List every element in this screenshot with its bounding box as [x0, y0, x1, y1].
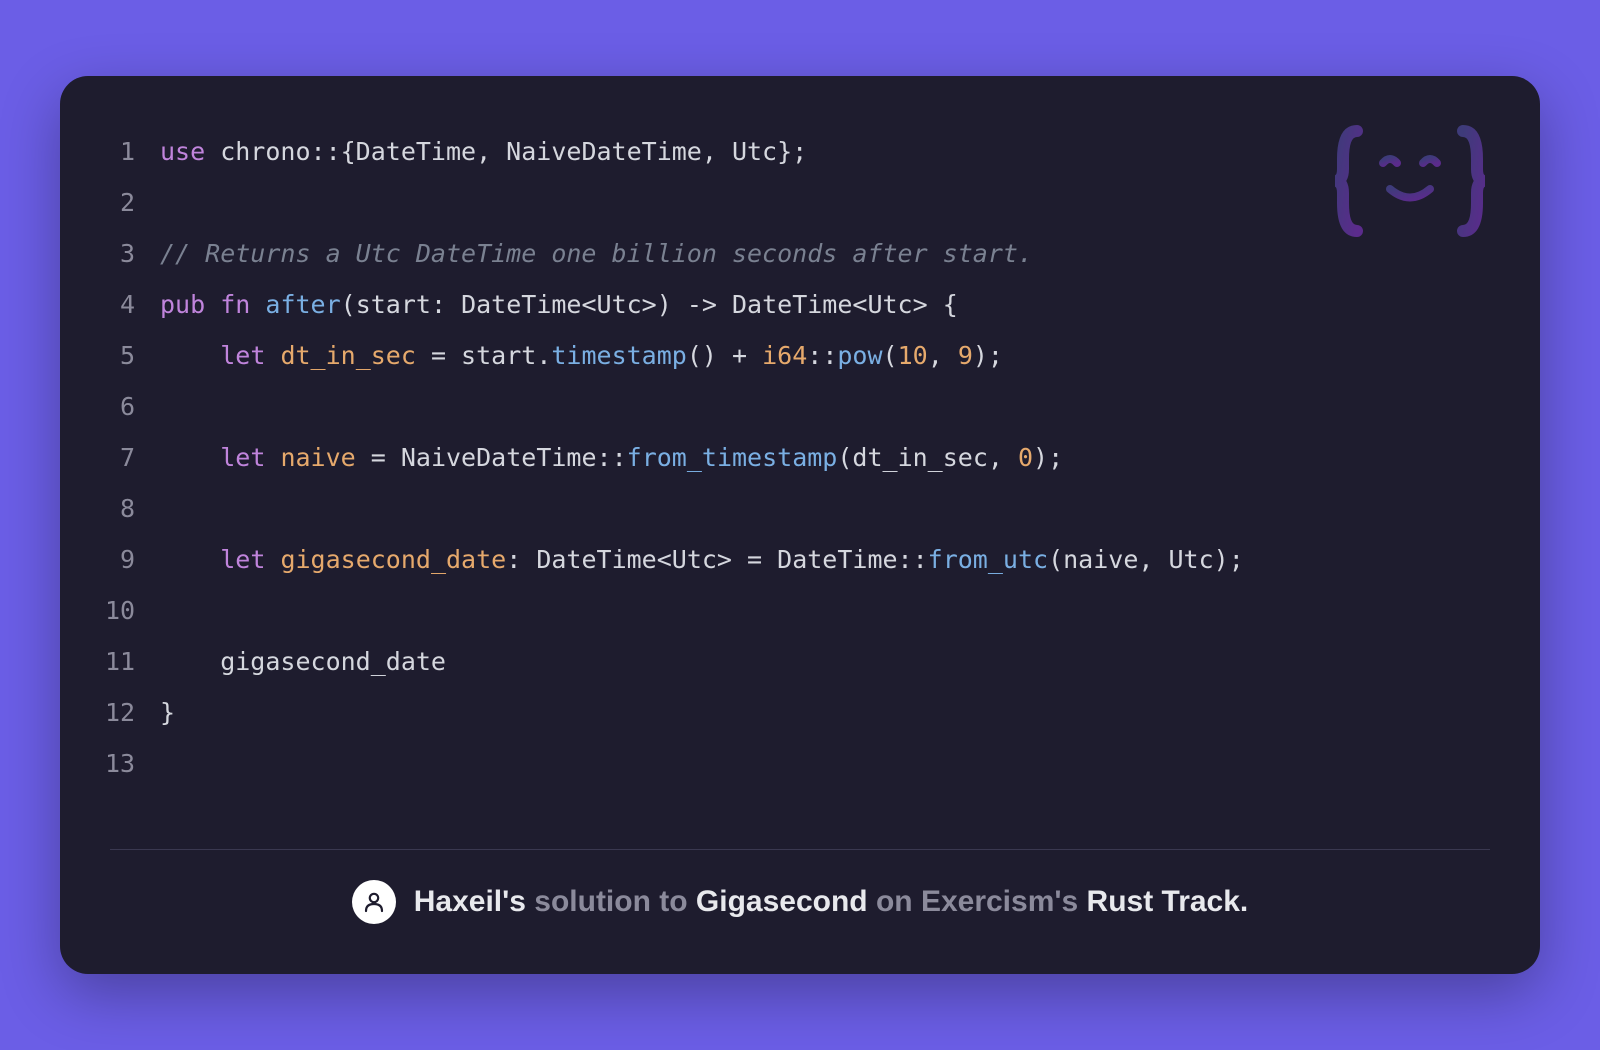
variable: gigasecond_date — [280, 545, 506, 574]
code-line: pub fn after(start: DateTime<Utc>) -> Da… — [160, 279, 1244, 330]
line-number: 4 — [105, 279, 160, 330]
code-line — [160, 483, 1244, 534]
code-text: (naive, Utc); — [1048, 545, 1244, 574]
track-name: Rust Track. — [1087, 885, 1249, 918]
fn-signature: (start: DateTime<Utc>) -> DateTime<Utc> … — [341, 290, 958, 319]
keyword-let: let — [220, 443, 265, 472]
code-text: = NaiveDateTime:: — [356, 443, 627, 472]
variable: dt_in_sec — [280, 341, 415, 370]
number: 10 — [898, 341, 928, 370]
code-text: ); — [1033, 443, 1063, 472]
line-number: 5 — [105, 330, 160, 381]
user-icon — [362, 890, 386, 914]
line-number: 11 — [105, 636, 160, 687]
code-text: , — [928, 341, 958, 370]
code-text: () + — [687, 341, 762, 370]
variable: naive — [280, 443, 355, 472]
method-call: from_utc — [928, 545, 1048, 574]
code-line: let naive = NaiveDateTime::from_timestam… — [160, 432, 1244, 483]
attribution-text: Haxeil's solution to Gigasecond on Exerc… — [414, 885, 1249, 919]
line-number: 13 — [105, 738, 160, 789]
import-path: chrono::{DateTime, NaiveDateTime, Utc}; — [205, 137, 807, 166]
code-text: : DateTime<Utc> = DateTime:: — [506, 545, 927, 574]
code-card: 1 2 3 4 5 6 7 8 9 10 11 12 13 use chrono… — [60, 76, 1540, 974]
code-line: let gigasecond_date: DateTime<Utc> = Dat… — [160, 534, 1244, 585]
line-number: 1 — [105, 126, 160, 177]
exercism-logo — [1335, 121, 1485, 241]
keyword-fn: fn — [220, 290, 250, 319]
line-number: 6 — [105, 381, 160, 432]
code-line — [160, 585, 1244, 636]
line-number: 10 — [105, 585, 160, 636]
line-number: 8 — [105, 483, 160, 534]
line-number: 2 — [105, 177, 160, 228]
line-number: 7 — [105, 432, 160, 483]
code-text: (dt_in_sec, — [837, 443, 1018, 472]
keyword-pub: pub — [160, 290, 205, 319]
line-number: 3 — [105, 228, 160, 279]
exercise-name: Gigasecond — [696, 885, 868, 918]
line-number: 12 — [105, 687, 160, 738]
keyword-use: use — [160, 137, 205, 166]
number: 9 — [958, 341, 973, 370]
fn-name: after — [265, 290, 340, 319]
code-line — [160, 738, 1244, 789]
close-brace: } — [160, 698, 175, 727]
code-line: gigasecond_date — [160, 636, 1244, 687]
footer: Haxeil's solution to Gigasecond on Exerc… — [90, 850, 1510, 934]
method-call: pow — [837, 341, 882, 370]
number: 0 — [1018, 443, 1033, 472]
author-name: Haxeil's — [414, 885, 526, 918]
line-number: 9 — [105, 534, 160, 585]
code-block: 1 2 3 4 5 6 7 8 9 10 11 12 13 use chrono… — [90, 126, 1510, 849]
return-expr: gigasecond_date — [160, 647, 446, 676]
code-line — [160, 381, 1244, 432]
avatar — [352, 880, 396, 924]
method-call: from_timestamp — [627, 443, 838, 472]
code-line: use chrono::{DateTime, NaiveDateTime, Ut… — [160, 126, 1244, 177]
attribution-muted: solution to — [526, 885, 696, 918]
keyword-let: let — [220, 341, 265, 370]
code-line — [160, 177, 1244, 228]
code-text: = start. — [416, 341, 551, 370]
code-text: ); — [973, 341, 1003, 370]
code-text: ( — [883, 341, 898, 370]
code-text: :: — [807, 341, 837, 370]
code-line: } — [160, 687, 1244, 738]
method-call: timestamp — [551, 341, 686, 370]
code-line: // Returns a Utc DateTime one billion se… — [160, 228, 1244, 279]
code-line: let dt_in_sec = start.timestamp() + i64:… — [160, 330, 1244, 381]
type-name: i64 — [762, 341, 807, 370]
attribution-muted: on Exercism's — [868, 885, 1087, 918]
line-numbers: 1 2 3 4 5 6 7 8 9 10 11 12 13 — [105, 126, 160, 789]
keyword-let: let — [220, 545, 265, 574]
source-code: use chrono::{DateTime, NaiveDateTime, Ut… — [160, 126, 1244, 789]
comment: // Returns a Utc DateTime one billion se… — [160, 239, 1033, 268]
